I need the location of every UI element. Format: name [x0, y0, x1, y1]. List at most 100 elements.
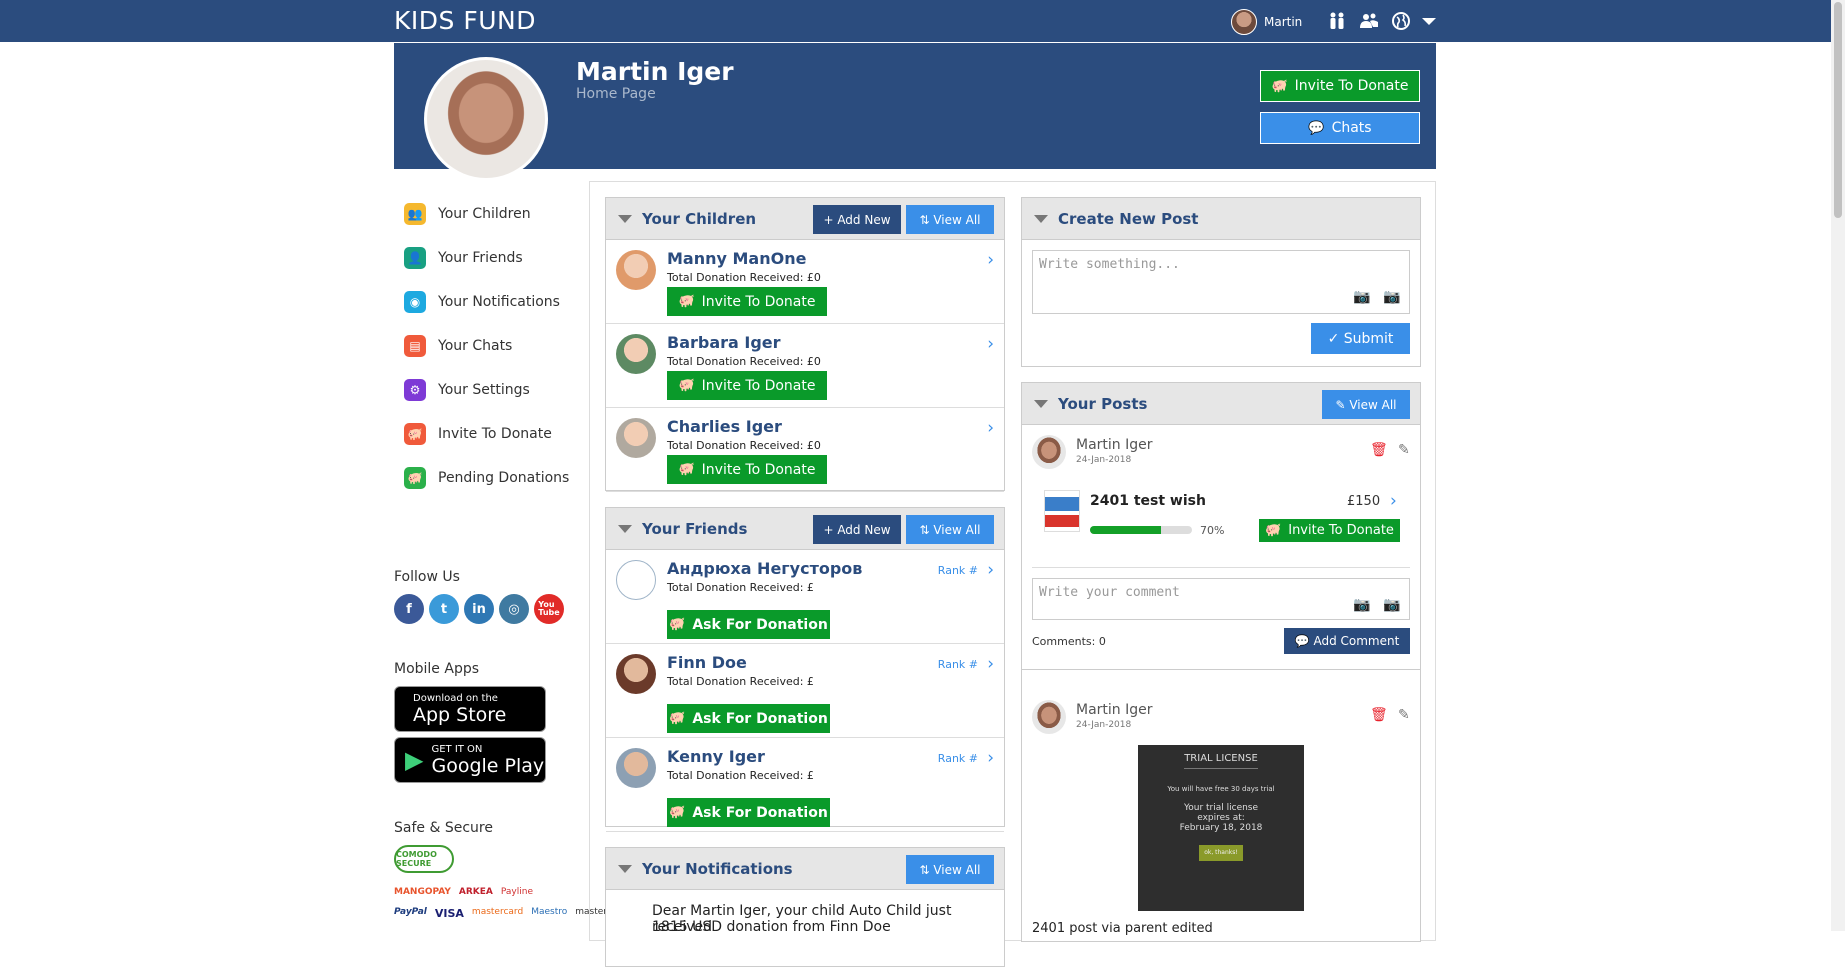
- post-textarea[interactable]: Write something... 📷 📷: [1032, 250, 1410, 314]
- invite-to-donate-button[interactable]: 🐖 Invite To Donate: [667, 455, 827, 484]
- scrollbar-thumb[interactable]: [1834, 2, 1842, 218]
- profile-avatar[interactable]: [424, 57, 548, 181]
- child-name[interactable]: Barbara Iger: [667, 333, 781, 352]
- friend-name[interactable]: Kenny Iger: [667, 747, 765, 766]
- submit-post-button[interactable]: ✓ Submit: [1311, 323, 1410, 354]
- chevron-right-icon[interactable]: ›: [987, 250, 994, 270]
- sidebar-item-your-children[interactable]: 👥 Your Children: [404, 192, 584, 236]
- chevron-right-icon[interactable]: ›: [987, 748, 994, 768]
- child-name[interactable]: Charlies Iger: [667, 417, 782, 436]
- friend-name[interactable]: Андрюха Негусторов: [667, 559, 862, 578]
- child-row[interactable]: Manny ManOne Total Donation Received: £0 ›…: [606, 240, 1004, 324]
- avatar[interactable]: [616, 418, 656, 458]
- instagram-icon[interactable]: ◎: [499, 594, 529, 624]
- invite-to-donate-button[interactable]: 🐖 Invite To Donate: [667, 287, 827, 316]
- pencil-icon[interactable]: ✎: [1398, 707, 1410, 723]
- child-name[interactable]: Manny ManOne: [667, 249, 806, 268]
- friends-panel-header[interactable]: Your Friends + Add New ⇅ View All: [606, 508, 1004, 550]
- posts-panel-header[interactable]: Your Posts ✎ View All: [1022, 383, 1420, 425]
- sidebar-item-label: Invite To Donate: [438, 426, 552, 442]
- friend-row[interactable]: Kenny Iger Total Donation Received: £ Rank…: [606, 738, 1004, 832]
- chevron-right-icon[interactable]: ›: [987, 560, 994, 580]
- post-author-avatar[interactable]: [1032, 700, 1066, 734]
- post-author-avatar[interactable]: [1032, 435, 1066, 469]
- view-all-friends-button[interactable]: ⇅ View All: [906, 515, 994, 544]
- collapse-icon[interactable]: [1034, 214, 1048, 223]
- trash-icon[interactable]: 🗑: [1370, 442, 1388, 458]
- view-all-children-button[interactable]: ⇅ View All: [906, 205, 994, 234]
- child-row[interactable]: Barbara Iger Total Donation Received: £0 ›…: [606, 324, 1004, 408]
- twitter-icon[interactable]: t: [429, 594, 459, 624]
- add-child-button[interactable]: + Add New: [813, 205, 901, 234]
- sidebar-item-pending-donations[interactable]: 🐖 Pending Donations: [404, 456, 584, 500]
- app-store-badge[interactable]: Download on the App Store: [394, 686, 546, 732]
- piggy-bank-icon: 🐖: [678, 378, 695, 393]
- user-menu[interactable]: Martin: [1231, 9, 1302, 35]
- child-total: Total Donation Received: £0: [667, 355, 821, 368]
- post-author-name[interactable]: Martin Iger: [1076, 702, 1153, 718]
- friends-icon[interactable]: [1359, 11, 1379, 31]
- sidebar-item-your-chats[interactable]: ▤ Your Chats: [404, 324, 584, 368]
- sidebar-item-invite-to-donate[interactable]: 🐖 Invite To Donate: [404, 412, 584, 456]
- sidebar-item-your-friends[interactable]: 👤 Your Friends: [404, 236, 584, 280]
- ask-for-donation-button[interactable]: 🐖 Ask For Donation: [667, 704, 830, 733]
- view-all-notifications-button[interactable]: ⇅ View All: [906, 855, 994, 884]
- chats-button[interactable]: 💬 Chats: [1260, 112, 1420, 144]
- child-row[interactable]: Charlies Iger Total Donation Received: £0…: [606, 408, 1004, 492]
- globe-icon[interactable]: [1391, 11, 1411, 31]
- caret-down-icon[interactable]: [1419, 11, 1439, 31]
- add-video-icon[interactable]: 📷: [1383, 597, 1400, 613]
- wish-thumbnail[interactable]: [1044, 490, 1080, 532]
- chevron-right-icon[interactable]: ›: [987, 654, 994, 674]
- trash-icon[interactable]: 🗑: [1370, 707, 1388, 723]
- children-icon[interactable]: [1327, 11, 1347, 31]
- collapse-icon[interactable]: [618, 214, 632, 223]
- sidebar-item-your-notifications[interactable]: ◉ Your Notifications: [404, 280, 584, 324]
- invite-to-donate-button[interactable]: 🐖 Invite To Donate: [667, 371, 827, 400]
- youtube-icon[interactable]: You Tube: [534, 594, 564, 624]
- invite-to-donate-button[interactable]: 🐖 Invite To Donate: [1260, 70, 1420, 102]
- ask-for-donation-button[interactable]: 🐖 Ask For Donation: [667, 610, 830, 639]
- social-links: f t in ◎ You Tube: [394, 594, 564, 624]
- collapse-icon[interactable]: [1034, 399, 1048, 408]
- facebook-icon[interactable]: f: [394, 594, 424, 624]
- chevron-right-icon[interactable]: ›: [987, 334, 994, 354]
- add-video-icon[interactable]: 📷: [1383, 289, 1400, 305]
- notifications-panel-header[interactable]: Your Notifications ⇅ View All: [606, 848, 1004, 890]
- pencil-icon[interactable]: ✎: [1398, 442, 1410, 458]
- brand-logo[interactable]: KIDS FUND: [394, 6, 536, 35]
- friend-row[interactable]: Finn Doe Total Donation Received: £ Rank #…: [606, 644, 1004, 738]
- add-friend-button[interactable]: + Add New: [813, 515, 901, 544]
- wish-title[interactable]: 2401 test wish: [1090, 493, 1206, 509]
- google-play-badge[interactable]: ▶ GET IT ON Google Play: [394, 737, 546, 783]
- create-post-panel: Create New Post Write something... 📷 📷 ✓…: [1021, 197, 1421, 367]
- create-post-panel-header[interactable]: Create New Post: [1022, 198, 1420, 240]
- avatar[interactable]: [616, 334, 656, 374]
- view-all-posts-button[interactable]: ✎ View All: [1322, 390, 1410, 419]
- post-image[interactable]: TRIAL LICENSE You will have free 30 days…: [1138, 745, 1304, 911]
- wish-invite-button[interactable]: 🐖 Invite To Donate: [1259, 519, 1400, 542]
- chevron-right-icon[interactable]: ›: [1390, 491, 1397, 511]
- children-panel-header[interactable]: Your Children + Add New ⇅ View All: [606, 198, 1004, 240]
- friend-total: Total Donation Received: £: [667, 769, 814, 782]
- avatar[interactable]: [616, 250, 656, 290]
- sidebar-item-your-settings[interactable]: ⚙ Your Settings: [404, 368, 584, 412]
- linkedin-icon[interactable]: in: [464, 594, 494, 624]
- mobile-apps-heading: Mobile Apps: [394, 661, 480, 677]
- comment-input[interactable]: Write your comment 📷 📷: [1032, 578, 1410, 620]
- scrollbar[interactable]: [1831, 0, 1845, 931]
- post-author-name[interactable]: Martin Iger: [1076, 437, 1153, 453]
- collapse-icon[interactable]: [618, 864, 632, 873]
- avatar[interactable]: [616, 748, 656, 788]
- notification-text-line2[interactable]: 1815 USD donation from Finn Doe: [652, 919, 891, 935]
- add-photo-icon[interactable]: 📷: [1353, 597, 1370, 613]
- avatar[interactable]: [616, 654, 656, 694]
- chevron-right-icon[interactable]: ›: [987, 418, 994, 438]
- avatar[interactable]: [616, 560, 656, 600]
- friend-row[interactable]: Андрюха Негусторов Total Donation Receive…: [606, 550, 1004, 644]
- add-comment-button[interactable]: 💬 Add Comment: [1284, 628, 1410, 654]
- ask-for-donation-button[interactable]: 🐖 Ask For Donation: [667, 798, 830, 827]
- friend-name[interactable]: Finn Doe: [667, 653, 747, 672]
- collapse-icon[interactable]: [618, 524, 632, 533]
- add-photo-icon[interactable]: 📷: [1353, 289, 1370, 305]
